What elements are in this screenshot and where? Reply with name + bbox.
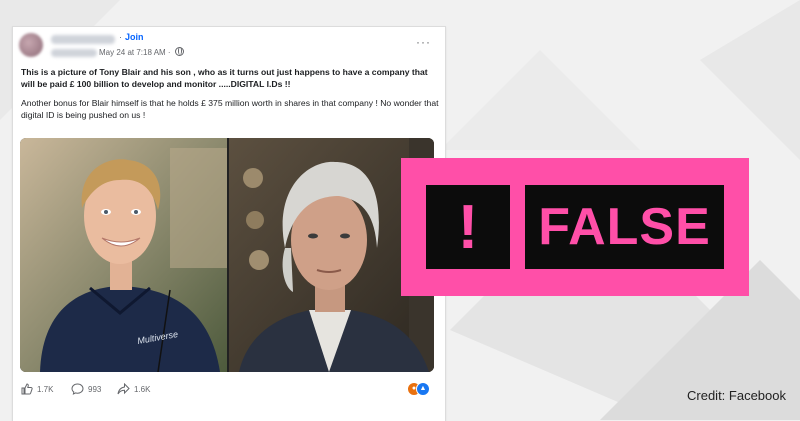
avatar[interactable] <box>19 33 43 57</box>
shares-count: 1.6K <box>134 384 151 394</box>
like-reaction-icon: ▲ <box>416 382 430 396</box>
share-icon <box>117 383 130 395</box>
comments-count: 993 <box>88 384 102 394</box>
post-photos[interactable]: Multiverse <box>20 138 434 372</box>
comment-icon <box>71 383 84 395</box>
post-timestamp[interactable]: May 24 at 7:18 AM · <box>99 47 184 57</box>
exclamation-mark: ! <box>457 192 479 262</box>
image-credit: Credit: Facebook <box>687 388 786 403</box>
reaction-summary[interactable]: ● ▲ <box>407 381 433 396</box>
like-icon <box>21 383 33 395</box>
more-icon[interactable]: ··· <box>416 35 431 49</box>
likes-count: 1.7K <box>37 384 54 394</box>
join-link[interactable]: Join <box>125 32 144 42</box>
post-header: · Join May 24 at 7:18 AM · ··· <box>19 32 439 63</box>
comment-action[interactable]: 993 <box>71 381 101 397</box>
like-action[interactable]: 1.7K <box>21 381 53 397</box>
globe-icon <box>174 47 184 56</box>
post-actions-bar: 1.7K 993 1.6K ● ▲ <box>21 381 437 397</box>
verdict-text: FALSE <box>538 198 711 256</box>
false-verdict-badge: ! FALSE <box>401 158 749 296</box>
author-name-blurred[interactable] <box>51 49 97 57</box>
share-action[interactable]: 1.6K <box>117 381 150 397</box>
photo-young-man[interactable]: Multiverse <box>20 138 227 372</box>
timestamp-text: May 24 at 7:18 AM · <box>99 48 171 57</box>
group-name-blurred[interactable] <box>51 35 115 44</box>
verdict-box: FALSE <box>525 185 724 269</box>
separator: · <box>119 32 122 42</box>
post-text-regular: Another bonus for Blair himself is that … <box>21 98 439 120</box>
post-text-bold: This is a picture of Tony Blair and his … <box>21 67 428 89</box>
exclamation-icon: ! <box>426 185 510 269</box>
facebook-post-card: · Join May 24 at 7:18 AM · ··· This is a… <box>12 26 446 421</box>
